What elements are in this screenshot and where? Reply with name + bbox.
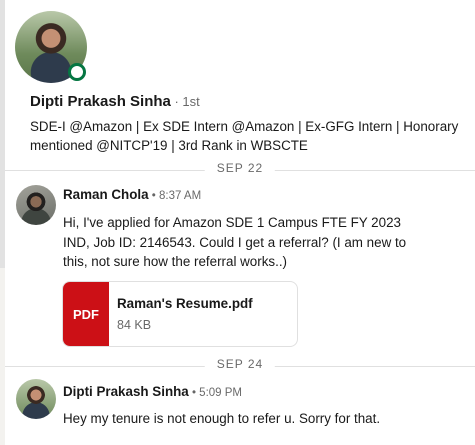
profile-headline: SDE-I @Amazon | Ex SDE Intern @Amazon | … bbox=[30, 119, 459, 153]
message-time: • 8:37 AM bbox=[148, 190, 202, 202]
date-divider: SEP 22 bbox=[5, 161, 475, 179]
file-attachment[interactable]: PDF Raman's Resume.pdf 84 KB bbox=[62, 281, 298, 347]
sender-name[interactable]: Raman Chola bbox=[63, 187, 149, 202]
sender-name[interactable]: Dipti Prakash Sinha bbox=[63, 384, 189, 399]
attachment-file-name[interactable]: Raman's Resume.pdf bbox=[117, 296, 253, 311]
scrollbar-track[interactable] bbox=[0, 0, 5, 445]
sender-avatar[interactable] bbox=[16, 379, 56, 419]
scrollbar-thumb[interactable] bbox=[0, 0, 5, 268]
message-time: • 5:09 PM bbox=[188, 387, 243, 399]
date-label: SEP 22 bbox=[204, 161, 276, 175]
profile-name[interactable]: Dipti Prakash Sinha bbox=[30, 93, 171, 110]
message-header: Raman Chola • 8:37 AM bbox=[63, 186, 201, 204]
online-status-icon bbox=[68, 63, 86, 81]
message-text: Hi, I've applied for Amazon SDE 1 Campus… bbox=[63, 215, 407, 269]
profile-name-row: Dipti Prakash Sinha · 1st bbox=[30, 93, 200, 110]
date-divider: SEP 24 bbox=[5, 357, 475, 375]
message-header: Dipti Prakash Sinha • 5:09 PM bbox=[63, 383, 242, 401]
pdf-icon: PDF bbox=[63, 282, 109, 346]
connection-degree: · 1st bbox=[170, 94, 200, 109]
date-label: SEP 24 bbox=[204, 357, 276, 371]
message-text: Hey my tenure is not enough to refer u. … bbox=[63, 411, 381, 426]
sender-avatar[interactable] bbox=[16, 185, 56, 225]
attachment-file-size: 84 KB bbox=[117, 318, 152, 332]
